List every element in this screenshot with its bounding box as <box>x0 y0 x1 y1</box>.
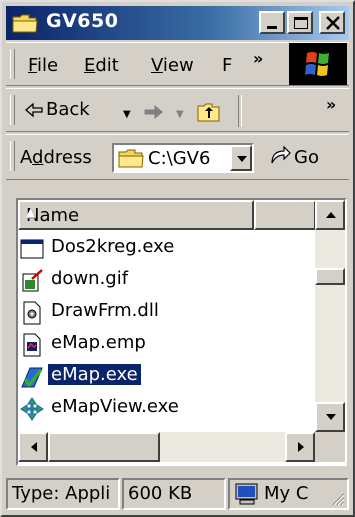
scrollbar-corner <box>315 432 345 462</box>
back-arrow-icon <box>25 102 43 118</box>
scroll-up-button[interactable] <box>315 200 345 230</box>
address-value: C:\GV6 <box>148 148 211 169</box>
horizontal-scrollbar[interactable] <box>18 432 315 462</box>
emap-app-icon <box>21 367 43 388</box>
toolbar-overflow-chevron[interactable]: » <box>326 95 336 114</box>
back-button[interactable]: Back <box>24 97 104 125</box>
my-computer-icon <box>235 483 258 505</box>
address-label: Address <box>20 147 92 168</box>
menu-edit[interactable]: Edit <box>84 55 119 76</box>
scroll-left-button[interactable] <box>18 432 48 462</box>
window-title: GV650 <box>46 10 119 32</box>
windows-logo <box>289 43 347 85</box>
windows-flag-icon <box>305 52 329 76</box>
back-label: Back <box>46 99 90 120</box>
forward-dropdown-icon[interactable]: ▼ <box>176 109 184 120</box>
column-header-size[interactable] <box>254 200 316 230</box>
exe-window-icon <box>20 239 44 259</box>
menu-overflow-chevron[interactable]: » <box>253 49 263 68</box>
address-grip[interactable] <box>10 141 15 171</box>
close-button[interactable] <box>319 11 345 34</box>
toolbar-separator <box>238 95 242 127</box>
title-bar[interactable]: GV650 <box>6 6 349 40</box>
chevron-down-icon <box>237 156 247 162</box>
chevron-down-icon <box>326 414 336 420</box>
chevron-right-icon <box>298 442 304 452</box>
toolbar-grip[interactable] <box>10 95 15 125</box>
scroll-down-button[interactable] <box>315 402 345 432</box>
status-type: Type: Appli <box>6 478 120 510</box>
minimize-icon <box>267 26 277 29</box>
up-folder-icon[interactable] <box>196 99 222 123</box>
scroll-right-button[interactable] <box>285 432 315 462</box>
address-input[interactable]: C:\GV6 <box>112 143 254 173</box>
emapview-app-icon <box>20 397 44 421</box>
emp-file-icon <box>23 333 41 357</box>
menu-grip[interactable] <box>10 49 15 79</box>
file-list[interactable]: Name ▲ Dos2kreg.exe down.gif DrawFrm.dll… <box>16 198 347 466</box>
status-size: 600 KB <box>122 478 226 510</box>
status-size-text: 600 KB <box>128 483 193 504</box>
vertical-scrollbar[interactable] <box>315 200 345 432</box>
address-bar: Address C:\GV6 Go <box>6 134 349 180</box>
menu-bar: File Edit View F » <box>6 42 349 86</box>
vertical-scroll-thumb[interactable] <box>315 268 345 285</box>
minimize-button[interactable] <box>259 11 285 34</box>
status-type-text: Type: Appli <box>12 483 111 504</box>
close-icon <box>326 16 340 30</box>
menu-favorites[interactable]: F <box>222 55 232 76</box>
explorer-window: GV650 File Edit View F » Back ▼ ▼ » Addr… <box>0 0 355 517</box>
resize-grip-icon[interactable] <box>329 490 345 506</box>
chevron-left-icon <box>31 442 37 452</box>
chevron-up-icon <box>326 212 336 218</box>
forward-arrow-icon[interactable] <box>142 103 164 121</box>
menu-view[interactable]: View <box>151 55 194 76</box>
maximize-button[interactable] <box>287 11 313 34</box>
folder-icon <box>12 14 38 33</box>
address-dropdown-button[interactable] <box>230 145 252 171</box>
status-zone: My C <box>228 478 349 510</box>
sort-ascending-icon: ▲ <box>26 205 36 219</box>
maximize-icon <box>294 17 308 29</box>
menu-file[interactable]: File <box>28 55 58 76</box>
back-dropdown-icon[interactable]: ▼ <box>123 109 131 120</box>
status-zone-text: My C <box>264 483 309 504</box>
go-label: Go <box>294 147 319 168</box>
go-arrow-icon <box>271 145 291 164</box>
gif-image-icon <box>22 269 43 292</box>
standard-toolbar: Back ▼ ▼ » <box>6 88 349 132</box>
horizontal-scroll-thumb[interactable] <box>48 432 160 462</box>
dll-gear-icon <box>23 301 41 325</box>
column-header-name[interactable]: Name ▲ <box>18 200 254 230</box>
address-folder-icon <box>118 149 144 168</box>
